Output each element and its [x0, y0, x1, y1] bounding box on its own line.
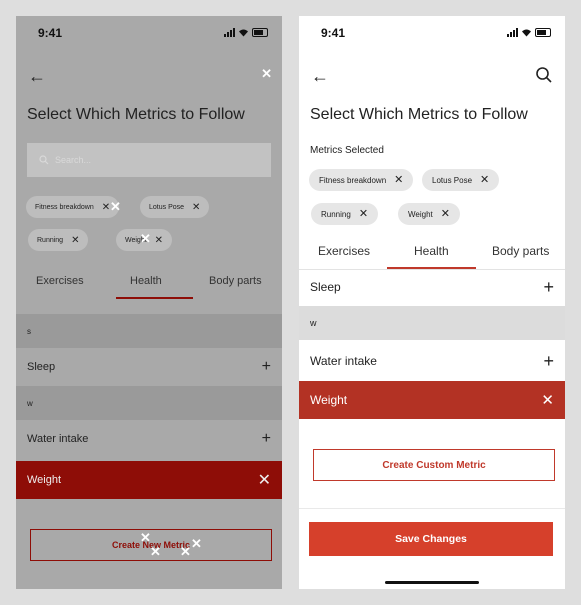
list-item-water-intake[interactable]: Water intake + [16, 420, 282, 458]
status-time: 9:41 [38, 26, 63, 40]
section-label: w [27, 398, 33, 408]
section-label: w [310, 318, 317, 328]
metrics-selected-label: Metrics Selected [310, 145, 384, 156]
item-label: Sleep [310, 280, 341, 294]
annotation-x-icon: ✕ [110, 199, 121, 214]
annotation-x-icon: ✕ [140, 231, 151, 246]
plus-icon[interactable]: + [262, 358, 271, 376]
tab-exercises[interactable]: Exercises [318, 244, 370, 258]
section-header: w [16, 386, 282, 420]
list-item-water-intake[interactable]: Water intake + [299, 343, 565, 379]
chip-running[interactable]: Running ✕ [28, 229, 89, 251]
item-label: Weight [310, 393, 348, 407]
page-title: Select Which Metrics to Follow [27, 106, 245, 123]
status-bar: 9:41 [299, 16, 565, 50]
tab-body-parts[interactable]: Body parts [492, 244, 549, 258]
item-label: Water intake [310, 354, 377, 368]
close-icon[interactable]: ✕ [155, 235, 163, 246]
tab-bar: Exercises Health Body parts [299, 238, 565, 270]
close-icon[interactable]: ✕ [192, 202, 200, 213]
section-header: s [16, 314, 282, 348]
chip-label: Fitness breakdown [319, 175, 387, 185]
battery-icon [535, 28, 551, 37]
close-icon[interactable]: ✕ [102, 202, 110, 213]
chip-lotus-pose[interactable]: Lotus Pose ✕ [140, 196, 210, 218]
tab-health[interactable]: Health [414, 244, 449, 258]
wifi-icon [239, 29, 248, 37]
back-arrow-icon[interactable]: ← [311, 66, 329, 86]
chip-label: Running [37, 236, 64, 244]
plus-icon[interactable]: + [262, 430, 271, 448]
chip-label: Weight [408, 209, 433, 219]
search-placeholder: Search... [55, 155, 92, 165]
annotation-x-icon: ✕ [180, 544, 191, 559]
chip-label: Running [321, 209, 351, 219]
divider [299, 508, 565, 509]
tab-underline [116, 297, 193, 299]
chip-fitness-breakdown[interactable]: Fitness breakdown ✕ [26, 196, 120, 218]
list-item-weight[interactable]: Weight ✕ [299, 381, 565, 419]
close-icon[interactable]: ✕ [261, 66, 272, 82]
close-icon[interactable]: ✕ [359, 208, 368, 220]
search-icon [39, 155, 49, 165]
close-icon[interactable]: ✕ [71, 235, 79, 246]
annotation-x-icon: ✕ [191, 536, 202, 551]
close-icon[interactable]: ✕ [541, 391, 554, 409]
list-item-sleep[interactable]: Sleep + [299, 269, 565, 305]
plus-icon[interactable]: + [543, 351, 554, 372]
search-input[interactable]: Search... [27, 143, 271, 177]
item-label: Water intake [27, 433, 89, 445]
create-custom-metric-button[interactable]: Create Custom Metric [313, 449, 555, 481]
signal-icon [507, 28, 518, 37]
chip-running[interactable]: Running ✕ [311, 203, 379, 225]
status-icons [507, 28, 551, 37]
chip-label: Lotus Pose [149, 203, 185, 211]
annotation-x-icon: ✕ [150, 544, 161, 559]
close-icon[interactable]: ✕ [441, 208, 450, 220]
home-indicator [385, 581, 479, 584]
signal-icon [224, 28, 235, 37]
wifi-icon [522, 29, 531, 37]
item-label: Weight [27, 474, 62, 486]
close-icon[interactable]: ✕ [394, 174, 403, 186]
back-arrow-icon[interactable]: ← [28, 66, 46, 86]
save-changes-button[interactable]: Save Changes [309, 522, 553, 556]
tab-exercises[interactable]: Exercises [36, 275, 84, 287]
tab-health[interactable]: Health [130, 275, 162, 287]
close-icon[interactable]: ✕ [258, 470, 271, 490]
section-header: w [299, 306, 565, 340]
right-screen: 9:41 ← Select Which Metrics to Follow Me… [299, 16, 565, 589]
chip-lotus-pose[interactable]: Lotus Pose ✕ [422, 169, 500, 191]
section-label: s [27, 326, 31, 336]
tab-body-parts[interactable]: Body parts [209, 275, 262, 287]
status-time: 9:41 [321, 26, 346, 40]
status-bar: 9:41 [16, 16, 282, 50]
status-icons [224, 28, 268, 37]
list-item-sleep[interactable]: Sleep + [16, 348, 282, 386]
search-icon[interactable] [535, 66, 553, 84]
chip-weight[interactable]: Weight ✕ [398, 203, 460, 225]
chip-fitness-breakdown[interactable]: Fitness breakdown ✕ [309, 169, 414, 191]
list-item-weight[interactable]: Weight ✕ [16, 461, 282, 499]
chip-label: Lotus Pose [432, 175, 473, 185]
item-label: Sleep [27, 361, 56, 373]
battery-icon [252, 28, 268, 37]
chip-label: Fitness breakdown [35, 203, 94, 211]
close-icon[interactable]: ✕ [480, 174, 489, 186]
left-screen: 9:41 ← ✕ Select Which Metrics to Follow … [16, 16, 282, 589]
page-title: Select Which Metrics to Follow [310, 106, 528, 123]
plus-icon[interactable]: + [543, 277, 554, 298]
